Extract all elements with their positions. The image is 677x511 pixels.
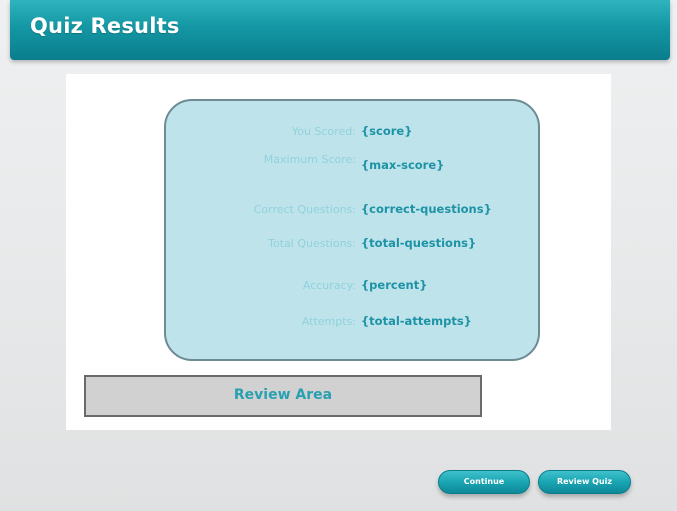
you-scored-value: {score} [361,124,413,138]
score-row-correct-questions: Correct Questions: {correct-questions} [166,202,542,223]
continue-button[interactable]: Continue [438,470,530,494]
total-questions-value: {total-questions} [361,236,477,250]
correct-questions-value: {correct-questions} [361,202,492,216]
maximum-score-value: {max-score} [361,158,445,172]
score-row-attempts: Attempts: {total-attempts} [166,314,542,335]
maximum-score-label: Maximum Score: [263,153,356,166]
title-bar: Quiz Results [10,0,670,60]
you-scored-label: You Scored: [292,125,356,138]
score-row-maximum-score: Maximum Score: {max-score} [166,153,542,179]
score-row-accuracy: Accuracy: {percent} [166,278,542,299]
accuracy-label: Accuracy: [302,279,356,292]
correct-questions-label: Correct Questions: [253,203,356,216]
continue-button-label: Continue [463,477,505,486]
review-quiz-button[interactable]: Review Quiz [538,470,631,494]
score-summary-box: You Scored: {score} Maximum Score: {max-… [164,99,540,361]
review-area: Review Area [84,375,482,417]
total-questions-label: Total Questions: [268,237,356,250]
accuracy-value: {percent} [361,278,428,292]
page-title: Quiz Results [30,14,180,38]
score-row-you-scored: You Scored: {score} [166,124,542,145]
attempts-value: {total-attempts} [361,314,472,328]
review-quiz-button-label: Review Quiz [556,477,613,486]
quiz-results-slide: Quiz Results You Scored: {score} Maximum… [0,0,677,511]
review-area-label: Review Area [233,387,333,403]
score-row-total-questions: Total Questions: {total-questions} [166,236,542,257]
attempts-label: Attempts: [301,315,356,328]
